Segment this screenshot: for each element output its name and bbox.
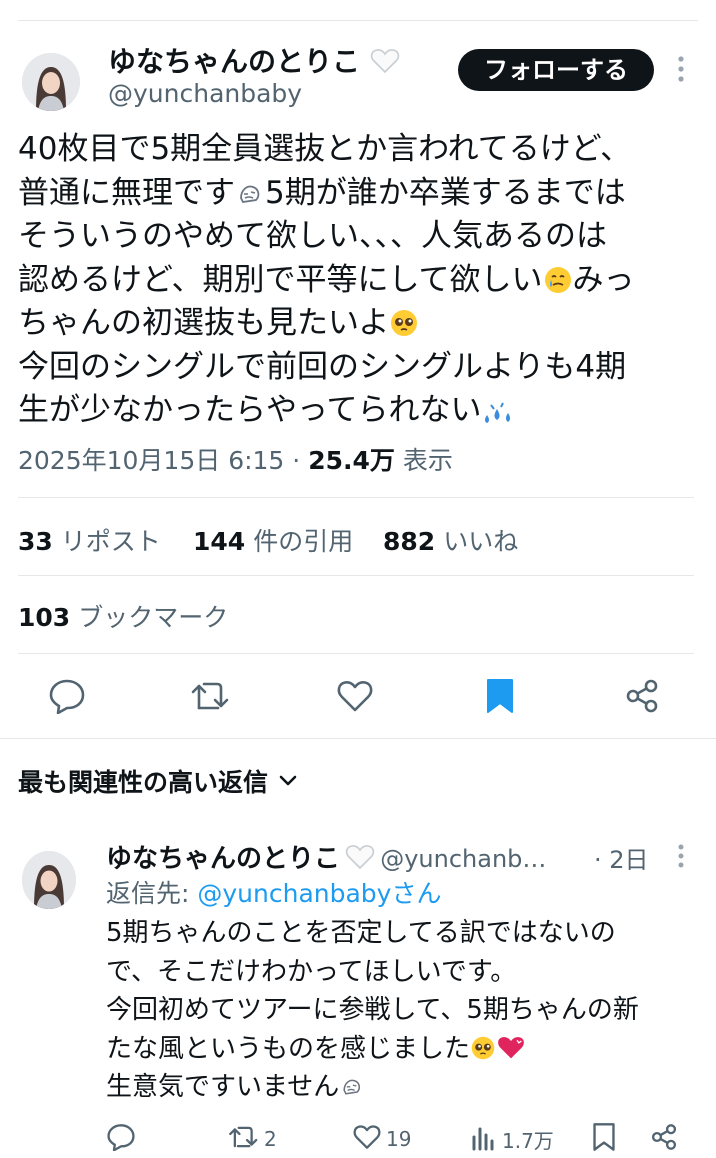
reply-views-button[interactable]: 1.7万 bbox=[470, 1122, 554, 1156]
reply-share-button[interactable] bbox=[650, 1122, 678, 1156]
author-name-row[interactable]: ゆなちゃんのとりこ bbox=[108, 40, 400, 80]
likes-count: 882 bbox=[383, 527, 436, 556]
reposts-label: リポスト bbox=[60, 527, 161, 556]
reply-icon bbox=[106, 1123, 136, 1156]
tweet-text-part: 今回のシングルで前回のシングルよりも4期 生が少なかったらやってられない bbox=[18, 348, 627, 429]
reply-text-part: 5期ちゃんのことを否定してる訳ではないの で、そこだけわかってほしいです。 今回… bbox=[106, 918, 639, 1064]
share-icon bbox=[650, 1123, 678, 1156]
white-heart-icon bbox=[345, 845, 380, 871]
tired-face-line-icon bbox=[339, 1072, 365, 1098]
reply-retweet-count: 2 bbox=[264, 1127, 277, 1151]
likes-stat[interactable]: 882 いいね bbox=[383, 522, 518, 558]
likes-label: いいね bbox=[443, 527, 519, 556]
pleading-face-emoji-icon bbox=[389, 307, 419, 337]
quotes-stat[interactable]: 144 件の引用 bbox=[193, 522, 353, 558]
analytics-icon bbox=[470, 1123, 498, 1156]
share-icon[interactable] bbox=[624, 678, 660, 718]
tweet-meta: 2025年10月15日 6:15 · 25.4万 表示 bbox=[18, 441, 453, 477]
replying-to-link[interactable]: @yunchanbabyさん bbox=[197, 879, 441, 908]
reply-views-count: 1.7万 bbox=[502, 1128, 554, 1153]
divider bbox=[18, 575, 694, 576]
divider bbox=[18, 497, 694, 498]
replies-sort-dropdown[interactable]: 最も関連性の高い返信 bbox=[18, 763, 299, 799]
replies-sort-label: 最も関連性の高い返信 bbox=[18, 768, 269, 797]
reposts-stat[interactable]: 33 リポスト bbox=[18, 522, 161, 558]
author-handle[interactable]: @yunchanbaby bbox=[108, 79, 302, 108]
divider bbox=[18, 653, 694, 654]
quotes-label: 件の引用 bbox=[253, 527, 354, 556]
white-heart-icon bbox=[370, 45, 400, 78]
avatar[interactable] bbox=[22, 53, 80, 111]
heart-icon bbox=[352, 1124, 382, 1155]
bookmark-outline-icon bbox=[592, 1122, 616, 1157]
crying-smile-emoji-icon bbox=[543, 264, 573, 294]
chevron-down-icon bbox=[277, 768, 299, 797]
reply-like-button[interactable]: 19 bbox=[352, 1122, 411, 1156]
reply-header: ゆなちゃんのとりこ @yunchanb… bbox=[106, 838, 546, 875]
views-label: 表示 bbox=[402, 446, 453, 475]
author-name[interactable]: ゆなちゃんのとりこ bbox=[108, 45, 360, 78]
retweet-icon[interactable] bbox=[190, 678, 232, 718]
sparkling-heart-emoji-icon bbox=[496, 1034, 524, 1060]
reply-retweet-button[interactable]: 2 bbox=[228, 1122, 277, 1156]
tired-face-line-icon bbox=[235, 177, 265, 207]
tweet-text: 40枚目で5期全員選抜とか言われてるけど、 普通に無理です 5期が誰か卒業するまで… bbox=[18, 128, 708, 433]
bookmarks-stat[interactable]: 103 ブックマーク bbox=[18, 598, 228, 634]
timestamp[interactable]: 2025年10月15日 6:15 bbox=[18, 446, 284, 475]
sweat-droplets-emoji-icon bbox=[481, 394, 511, 424]
pleading-face-emoji-icon bbox=[470, 1034, 496, 1060]
reposts-count: 33 bbox=[18, 527, 53, 556]
reply-icon[interactable] bbox=[48, 678, 86, 718]
views-count: 25.4万 bbox=[308, 446, 395, 475]
quotes-count: 144 bbox=[193, 527, 246, 556]
replying-to-prefix: 返信先: bbox=[106, 879, 198, 908]
heart-icon[interactable] bbox=[336, 679, 374, 717]
divider bbox=[0, 738, 716, 739]
reply-avatar[interactable] bbox=[22, 851, 76, 909]
more-options-icon[interactable] bbox=[674, 54, 688, 89]
reply-bookmark-button[interactable] bbox=[592, 1122, 616, 1156]
reply-author-name[interactable]: ゆなちゃんのとりこ bbox=[106, 844, 340, 874]
follow-button[interactable]: フォローする bbox=[458, 49, 654, 91]
reply-author-handle[interactable]: @yunchanb… bbox=[380, 845, 546, 873]
meta-separator: · bbox=[292, 446, 301, 475]
bookmarks-label: ブックマーク bbox=[78, 603, 229, 632]
reply-text-part: 生意気ですいません bbox=[106, 1072, 340, 1102]
reply-like-count: 19 bbox=[386, 1127, 412, 1151]
reply-more-options-icon[interactable] bbox=[674, 842, 688, 874]
reply-time[interactable]: · 2日 bbox=[594, 840, 649, 875]
top-divider bbox=[18, 20, 698, 21]
bookmarks-count: 103 bbox=[18, 603, 71, 632]
retweet-icon bbox=[228, 1123, 260, 1156]
reply-reply-button[interactable] bbox=[106, 1122, 136, 1156]
bookmark-icon[interactable] bbox=[485, 677, 515, 719]
replying-to: 返信先: @yunchanbabyさん bbox=[106, 874, 441, 910]
reply-text: 5期ちゃんのことを否定してる訳ではないの で、そこだけわかってほしいです。 今回… bbox=[106, 914, 706, 1107]
